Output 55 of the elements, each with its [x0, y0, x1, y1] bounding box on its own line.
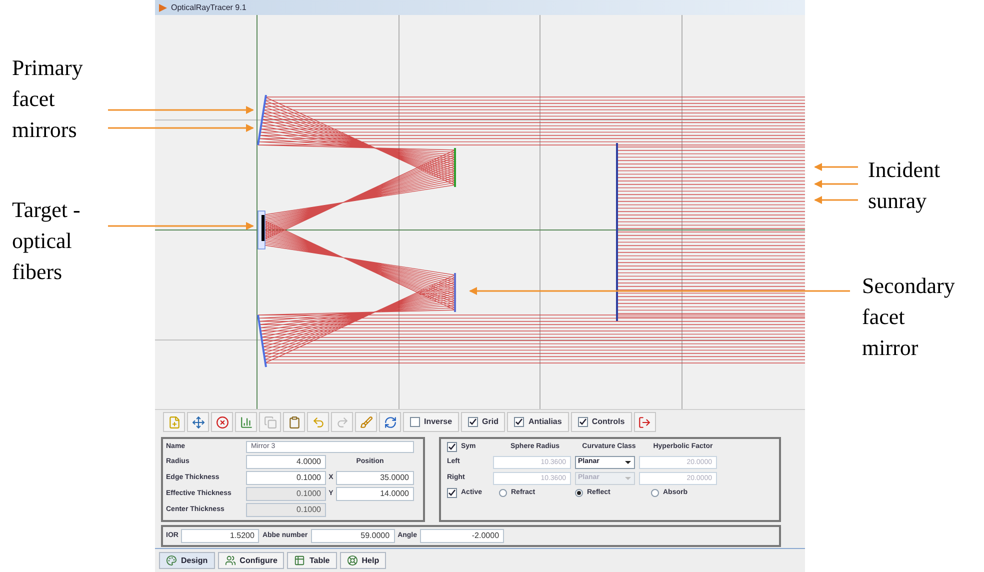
annotation-label: Primary facet mirrors — [12, 54, 84, 144]
tab-icon — [294, 555, 306, 566]
app-icon — [159, 4, 167, 12]
tab[interactable]: Help — [340, 552, 386, 569]
radio-button[interactable] — [651, 488, 659, 497]
toolbar-icon — [384, 416, 396, 428]
toolbar-icon — [288, 416, 300, 428]
exit-icon — [638, 416, 652, 428]
toolbar-icon — [312, 416, 324, 428]
checkbox[interactable] — [447, 442, 457, 452]
checkbox[interactable] — [578, 417, 588, 427]
toolbar-toggle[interactable]: Grid — [461, 412, 506, 432]
toolbar-icon — [264, 416, 276, 428]
exit-button[interactable] — [634, 412, 656, 432]
tab[interactable]: Configure — [218, 552, 284, 569]
arrow — [814, 196, 858, 204]
number-field[interactable]: 14.0000 — [336, 487, 414, 501]
checkbox[interactable] — [468, 417, 478, 427]
tab[interactable]: Design — [159, 552, 215, 569]
toolbar-icon — [216, 416, 228, 428]
toolbar-icon — [360, 416, 372, 428]
checkbox[interactable] — [410, 417, 420, 427]
radio-button[interactable] — [499, 488, 507, 497]
toolbar-button[interactable] — [187, 412, 209, 432]
annotation-label: Target - optical fibers — [12, 196, 82, 286]
number-field[interactable]: -2.0000 — [420, 529, 504, 543]
toolbar-button[interactable] — [211, 412, 233, 432]
tab-icon — [166, 555, 177, 566]
toolbar-icon — [192, 416, 204, 428]
arrow — [814, 163, 858, 171]
arrow — [814, 180, 858, 188]
window-title: OpticalRayTracer 9.1 — [171, 2, 246, 14]
tab-icon — [224, 555, 236, 566]
annotation-label: Incident sunray — [868, 156, 942, 215]
toolbar-button[interactable] — [283, 412, 305, 432]
checkbox[interactable] — [447, 488, 457, 498]
toolbar-icon — [168, 416, 180, 428]
toolbar-button[interactable] — [379, 412, 401, 432]
number-field[interactable]: 0.1000 — [246, 471, 326, 485]
toolbar-toggle[interactable]: Inverse — [403, 412, 460, 432]
tab[interactable]: Table — [287, 552, 337, 569]
number-field[interactable]: 59.0000 — [310, 529, 395, 543]
toolbar-icon — [240, 416, 252, 428]
radio-button[interactable] — [575, 488, 583, 497]
tab-icon — [346, 555, 358, 566]
checkbox[interactable] — [514, 417, 524, 427]
toolbar-button[interactable] — [355, 412, 377, 432]
toolbar-button[interactable] — [235, 412, 257, 432]
toolbar-toggle[interactable]: Controls — [570, 412, 632, 432]
number-field[interactable]: 1.5200 — [181, 529, 260, 543]
toolbar-icon — [336, 416, 348, 428]
annotation-label: Secondary facet mirror — [862, 272, 956, 362]
number-field[interactable]: 4.0000 — [246, 455, 326, 469]
number-field[interactable]: 35.0000 — [336, 471, 414, 485]
toolbar-toggle[interactable]: Antialias — [507, 412, 569, 432]
